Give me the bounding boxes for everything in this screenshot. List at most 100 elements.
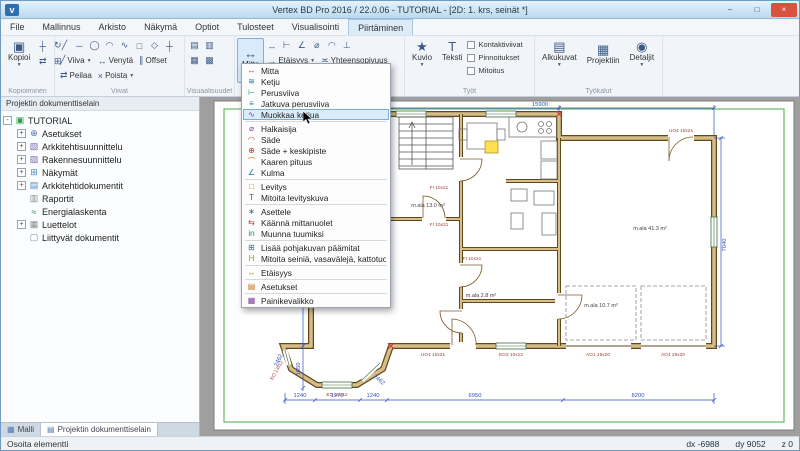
radius-dim-icon[interactable]: ◠ [324, 38, 339, 53]
menu-item-kaaren-pituus[interactable]: ⌒Kaaren pituus [243, 156, 389, 167]
line-icon[interactable]: ╱ [57, 38, 72, 53]
menu-item-muunna-tuumiksi[interactable]: inMuunna tuumiksi [243, 228, 389, 239]
menu-item-halkaisija[interactable]: ⌀Halkaisija [243, 123, 389, 134]
menu-item-lisaa-pohjakuvan-paamitat[interactable]: ⊞Lisää pohjakuvan päämitat [243, 242, 389, 253]
segment-icon[interactable]: ─ [72, 38, 87, 53]
pinnoitukset-checkbox[interactable]: Pinnoitukset [467, 51, 522, 64]
group-label: Kopioiminen [1, 88, 54, 95]
menu-separator [245, 293, 387, 294]
tree-item-arkkitehtisuunnittelu[interactable]: +▧Arkkitehtisuunnittelu [17, 140, 197, 153]
maximize-button[interactable]: □ [744, 3, 770, 17]
menu-item-asettele[interactable]: ∗Asettele [243, 206, 389, 217]
peilaa-button[interactable]: ⇄Peilaa [57, 68, 95, 83]
group-label: Viivat [55, 88, 184, 95]
ribbon-group-work: ★ Kuvio ▼ T Teksti Kontaktiviivat Pinnoi… [405, 36, 535, 96]
expand-icon[interactable]: + [17, 181, 26, 190]
menu-item-kaanna-mittanuolet[interactable]: ⇆Käännä mittanuolet [243, 217, 389, 228]
mitoitus-checkbox[interactable]: Mitoitus [467, 64, 522, 77]
projektiin-button[interactable]: ▦ Projektiin [582, 38, 625, 70]
menu-item-levitys[interactable]: □Levitys [243, 181, 389, 192]
copy-button[interactable]: ▣ Kopioi ▼ [3, 38, 35, 70]
perpendicular-icon[interactable]: ⊥ [339, 38, 354, 53]
menu-item-sade[interactable]: ◠Säde [243, 134, 389, 145]
arc-icon[interactable]: ◠ [102, 38, 117, 53]
menu-file[interactable]: File [1, 19, 34, 35]
expand-icon[interactable]: + [17, 155, 26, 164]
menu-piirtaminen[interactable]: Piirtäminen [348, 19, 413, 35]
menu-mallinnus[interactable]: Mallinnus [34, 19, 90, 35]
svg-text:EO3 10x12: EO3 10x12 [499, 352, 523, 358]
menu-separator [245, 121, 387, 122]
tree-item-nakymat[interactable]: +⊞Näkymät [17, 166, 197, 179]
tree-root-tutorial[interactable]: - ▣ TUTORIAL [3, 114, 197, 127]
teksti-button[interactable]: T Teksti [437, 38, 467, 64]
app-logo-icon: v [5, 4, 19, 16]
baseline-dim-icon[interactable]: ⊢ [279, 38, 294, 53]
menu-item-perusviiva[interactable]: ⊢Perusviiva [243, 87, 389, 98]
expand-icon[interactable]: + [17, 129, 26, 138]
menu-item-sade-keskipiste[interactable]: ⊕Säde + keskipiste [243, 145, 389, 156]
venyta-button[interactable]: ↔Venytä [95, 53, 136, 68]
poista-button[interactable]: ×Poista▼ [95, 68, 137, 83]
polygon-icon[interactable]: ◇ [147, 38, 162, 53]
tree-item-liittyvat-dokumentit[interactable]: ▢Liittyvät dokumentit [17, 231, 197, 244]
menu-separator [245, 279, 387, 280]
expand-icon[interactable]: + [17, 220, 26, 229]
stretch-icon: ↔ [98, 56, 107, 66]
texture-icon[interactable]: ▩ [202, 53, 217, 68]
mirror-icon[interactable]: ⇄ [35, 54, 50, 69]
diameter-dim-icon[interactable]: ⌀ [309, 38, 324, 53]
tab-malli[interactable]: ▦Malli [1, 423, 41, 436]
minimize-button[interactable]: – [717, 3, 743, 17]
menu-item-painikevalikko[interactable]: ▦Painikevalikko [243, 295, 389, 306]
menu-item-mitta[interactable]: ↔Mitta [243, 65, 389, 76]
menu-item-muokkaa-ketjua[interactable]: ∿Muokkaa ketjua [243, 109, 389, 120]
fill-icon[interactable]: ▦ [187, 53, 202, 68]
folder-icon: ▧ [29, 141, 39, 152]
move-icon[interactable]: ┼ [35, 38, 50, 53]
menu-arkisto[interactable]: Arkisto [90, 19, 136, 35]
close-button[interactable]: × [771, 3, 797, 17]
offset-button[interactable]: ∥Offset [136, 53, 170, 68]
rectangle-icon[interactable]: □ [132, 38, 147, 53]
tree-item-luettelot[interactable]: +▦Luettelot [17, 218, 197, 231]
kuvio-button[interactable]: ★ Kuvio ▼ [407, 38, 437, 70]
highlighted-chair[interactable] [485, 141, 498, 153]
hatch-icon[interactable]: ▤ [187, 38, 202, 53]
menu-optiot[interactable]: Optiot [186, 19, 228, 35]
kontaktiviivat-checkbox[interactable]: Kontaktiviivat [467, 38, 522, 51]
dimension-icon: ↔ [244, 47, 257, 60]
menu-item-mitoita-seinia[interactable]: HMitoita seiniä, vasavälejä, kattotuoliv… [243, 253, 389, 264]
menu-item-jatkuva-perusviiva[interactable]: ≡Jatkuva perusviiva [243, 98, 389, 109]
tab-projektin-dokumenttiselain[interactable]: ▤Projektin dokumenttiselain [41, 423, 158, 436]
menu-item-ketju[interactable]: ≋Ketju [243, 76, 389, 87]
menu-nakyma[interactable]: Näkymä [135, 19, 186, 35]
chevron-down-icon: ▼ [639, 62, 644, 68]
expand-icon[interactable]: + [17, 142, 26, 151]
menu-item-asetukset[interactable]: ▤Asetukset [243, 281, 389, 292]
menu-item-etaisyys[interactable]: ↔Etäisyys [243, 267, 389, 278]
menu-visualisointi[interactable]: Visualisointi [283, 19, 348, 35]
menu-item-mitoita-levityskuva[interactable]: TMitoita levityskuva [243, 192, 389, 203]
alkukuvat-button[interactable]: ▤ Alkukuvat ▼ [537, 38, 582, 70]
tree-item-raportit[interactable]: ▥Raportit [17, 192, 197, 205]
collapse-icon[interactable]: - [3, 116, 12, 125]
svg-text:1240: 1240 [294, 393, 307, 399]
tree-item-energialaskenta[interactable]: ≈Energialaskenta [17, 205, 197, 218]
angle-dim-icon[interactable]: ∠ [294, 38, 309, 53]
linear-dim-icon[interactable]: ↔ [264, 38, 279, 53]
detaljit-button[interactable]: ◉ Detaljit ▼ [625, 38, 659, 70]
expand-icon[interactable]: + [17, 168, 26, 177]
circle-icon[interactable]: ◯ [87, 38, 102, 53]
tree-item-asetukset[interactable]: +⊕Asetukset [17, 127, 197, 140]
line-icon: ╱ [60, 55, 65, 66]
shade-icon[interactable]: ▥ [202, 38, 217, 53]
tree-item-rakennesuunnittelu[interactable]: +▨Rakennesuunnittelu [17, 153, 197, 166]
spline-icon[interactable]: ∿ [117, 38, 132, 53]
text-icon: T [448, 40, 456, 53]
menu-item-kulma[interactable]: ∠Kulma [243, 167, 389, 178]
menu-tulosteet[interactable]: Tulosteet [228, 19, 283, 35]
cross-icon[interactable]: ┼ [162, 38, 177, 53]
tree-item-arkkitehtidokumentit[interactable]: +▤Arkkitehtidokumentit [17, 179, 197, 192]
viiva-button[interactable]: ╱Viiva▼ [57, 53, 95, 68]
